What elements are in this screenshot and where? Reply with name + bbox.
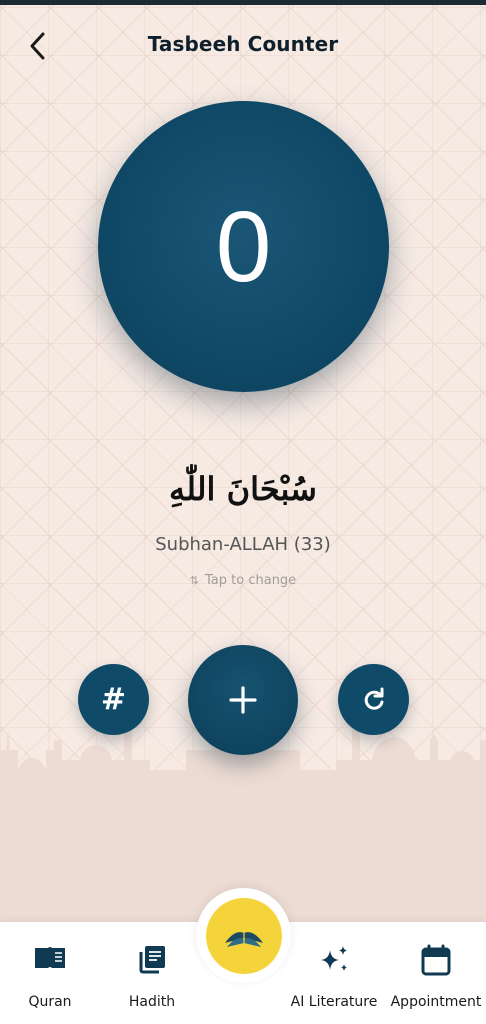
document-stack-icon	[139, 946, 165, 974]
sparkles-icon	[321, 946, 347, 971]
hash-icon: #	[100, 682, 127, 717]
nav-label-appointment: Appointment	[390, 994, 482, 1010]
plus-icon	[229, 686, 257, 714]
counter-display[interactable]: 0	[98, 101, 389, 392]
tap-to-change-link[interactable]: ⇅ Tap to change	[0, 573, 486, 588]
open-book-icon	[35, 947, 65, 968]
dhikr-transliteration: Subhan-ALLAH (33)	[155, 534, 331, 555]
calendar-icon	[421, 944, 451, 976]
nav-item-quran[interactable]: Quran	[0, 922, 100, 1024]
increment-button[interactable]	[188, 645, 298, 755]
set-target-button[interactable]: #	[78, 664, 149, 735]
dhikr-arabic-text: سُبْحَانَ اللّٰهِ	[169, 470, 317, 508]
reset-button[interactable]	[338, 664, 409, 735]
header: Tasbeeh Counter	[0, 18, 486, 74]
nav-label-quran: Quran	[28, 994, 72, 1010]
nav-label-hadith: Hadith	[128, 994, 176, 1010]
center-home-badge	[205, 897, 282, 974]
page-title: Tasbeeh Counter	[147, 32, 339, 56]
swap-vertical-icon: ⇅	[189, 574, 200, 587]
nav-label-ai-literature: AI Literature	[290, 994, 378, 1010]
nav-item-appointment[interactable]: Appointment	[386, 922, 486, 1024]
tap-to-change-label: Tap to change	[205, 573, 297, 588]
nav-item-hadith[interactable]: Hadith	[102, 922, 202, 1024]
quran-stand-icon	[224, 931, 263, 947]
center-home-button[interactable]	[196, 888, 291, 983]
refresh-icon	[364, 687, 383, 710]
counter-value: 0	[215, 190, 272, 303]
nav-item-ai-literature[interactable]: AI Literature	[284, 922, 384, 1024]
